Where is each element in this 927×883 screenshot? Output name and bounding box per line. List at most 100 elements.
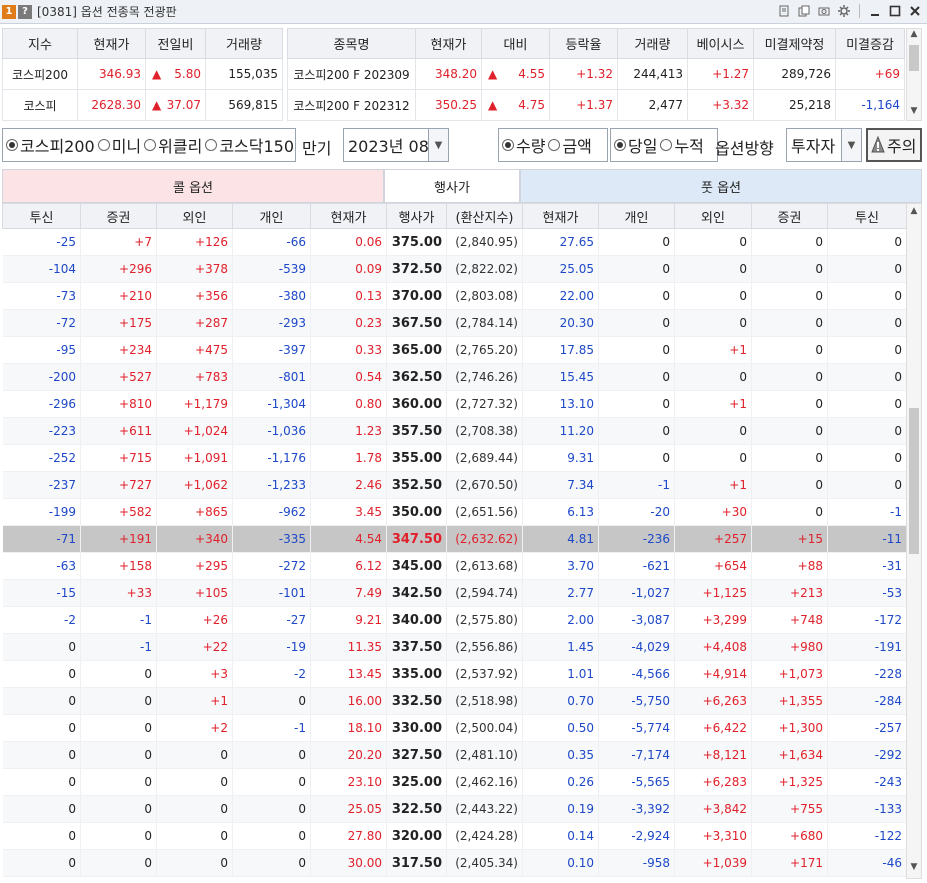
radio-kosdaq150[interactable]: 코스닥150 <box>205 133 294 157</box>
table-row[interactable]: -63 +158 +295 -272 6.12 345.00 (2,613.68) 3.70-… <box>2 552 906 580</box>
up-arrow-icon: ▲ <box>488 98 498 112</box>
col-header[interactable]: 전일비 <box>145 28 206 59</box>
col-header[interactable]: 현재가 <box>310 203 387 229</box>
page-icon[interactable] <box>776 3 792 19</box>
table-row[interactable]: -252 +715 +1,091 -1,176 1.78 355.00 (2,689.44)… <box>2 444 906 472</box>
col-header[interactable]: 현재가 <box>415 28 482 59</box>
col-header[interactable]: 현재가 <box>77 28 146 59</box>
table-row[interactable]: 코스피 2628.30 ▲ 37.07 569,815 <box>2 89 283 121</box>
scroll-down-icon[interactable]: ▼ <box>907 862 921 876</box>
put-securities: +1,355 <box>751 687 828 715</box>
scroll-thumb[interactable] <box>909 408 919 554</box>
col-header[interactable]: 대비 <box>481 28 550 59</box>
table-row[interactable]: -296 +810 +1,179 -1,304 0.80 360.00 (2,727.32)… <box>2 390 906 418</box>
table-row[interactable]: 0 -1 +22 -19 11.35 337.50 (2,556.86) 1.45 -4,029… <box>2 633 906 661</box>
table-row[interactable]: -237 +727 +1,062 -1,233 2.46 352.50 (2,670.50)… <box>2 471 906 499</box>
table-row[interactable]: 코스피200 346.93 ▲ 5.80 155,035 <box>2 58 283 90</box>
table-row[interactable]: 0 0 0 0 23.10 325.00 (2,462.16) 0.26 -5,565 +6,28… <box>2 768 906 796</box>
table-row[interactable]: 0 0 0 0 27.80 320.00 (2,424.28) 0.14 -2,924 +3,31… <box>2 822 906 850</box>
put-foreign: 0 <box>674 444 752 472</box>
call-individual: -2 <box>232 660 311 688</box>
chevron-down-icon[interactable]: ▼ <box>428 129 448 161</box>
col-header[interactable]: 외인 <box>156 203 233 229</box>
col-header[interactable]: 개인 <box>598 203 675 229</box>
radio-today[interactable]: 당일 <box>614 133 657 157</box>
expiry-select[interactable]: 2023년 08 ▼ <box>343 128 449 162</box>
scroll-thumb[interactable] <box>909 45 919 71</box>
help-badge[interactable]: ? <box>18 4 32 19</box>
col-header[interactable]: 거래량 <box>617 28 688 59</box>
scroll-up-icon[interactable]: ▲ <box>907 206 921 220</box>
table-row[interactable]: 0 0 +2 -1 18.10 330.00 (2,500.04) 0.50 -5,774 +6,… <box>2 714 906 742</box>
table-row[interactable]: -73 +210 +356 -380 0.13 370.00 (2,803.08) 22.00… <box>2 282 906 310</box>
warning-button[interactable]: 주의 <box>866 128 922 162</box>
radio-mini[interactable]: 미니 <box>97 133 141 157</box>
col-header[interactable]: (환산지수) <box>446 203 523 229</box>
call-price: 16.00 <box>310 687 387 715</box>
futures-scrollbar[interactable]: ▲ ▼ <box>906 28 922 121</box>
col-header[interactable]: 투신 <box>2 203 81 229</box>
table-row[interactable]: -25 +7 +126 -66 0.06 375.00 (2,840.95) 27.65 0 0 0… <box>2 228 906 256</box>
radio-weekly[interactable]: 위클리 <box>144 133 202 157</box>
table-row[interactable]: 코스피200 F 202309 348.20 ▲ 4.55 +1.32 244,4… <box>287 58 905 90</box>
settings-icon[interactable] <box>836 3 852 19</box>
put-foreign: 0 <box>674 228 752 256</box>
converted-index: (2,670.50) <box>446 471 523 499</box>
table-row[interactable]: -199 +582 +865 -962 3.45 350.00 (2,651.56) 6.13… <box>2 498 906 526</box>
table-row[interactable]: 0 0 0 0 30.00 317.50 (2,405.34) 0.10 -958 +1,039 +… <box>2 849 906 877</box>
radio-kospi200[interactable]: 코스피200 <box>6 133 95 157</box>
col-header[interactable]: 미결제약정 <box>753 28 836 59</box>
put-foreign: +30 <box>674 498 752 526</box>
col-header[interactable]: 베이시스 <box>687 28 754 59</box>
table-row[interactable]: -72 +175 +287 -293 0.23 367.50 (2,784.14) 20.30… <box>2 309 906 337</box>
radio-amount[interactable]: 금액 <box>548 133 592 157</box>
copy-icon[interactable] <box>796 3 812 19</box>
board-scrollbar[interactable]: ▲ ▼ <box>906 203 922 879</box>
table-row[interactable]: 0 0 +1 0 16.00 332.50 (2,518.98) 0.70 -5,750 +6,2… <box>2 687 906 715</box>
maximize-icon[interactable] <box>887 3 903 19</box>
call-trust: 0 <box>2 714 81 742</box>
table-row[interactable]: -71 +191 +340 -335 4.54 347.50 (2,632.62) 4.81-… <box>2 525 906 553</box>
camera-icon[interactable] <box>816 3 832 19</box>
table-row[interactable]: -2 -1 +26 -27 9.21 340.00 (2,575.80) 2.00 -3,087… <box>2 606 906 634</box>
minimize-icon[interactable] <box>867 3 883 19</box>
put-securities: +680 <box>751 822 828 850</box>
index-change: ▲ 5.80 <box>145 58 206 90</box>
put-individual: -2,924 <box>598 822 675 850</box>
table-row[interactable]: 0 0 +3 -2 13.45 335.00 (2,537.92) 1.01 -4,566 +4,… <box>2 660 906 688</box>
col-header[interactable]: 지수 <box>2 28 78 59</box>
col-header[interactable]: 거래량 <box>205 28 283 59</box>
table-row[interactable]: -200 +527 +783 -801 0.54 362.50 (2,746.26) 15.4… <box>2 363 906 391</box>
screen-number-badge[interactable]: 1 <box>2 4 16 19</box>
period-radio-group: 당일 누적 <box>610 128 718 162</box>
table-row[interactable]: -223 +611 +1,024 -1,036 1.23 357.50 (2,708.38)… <box>2 417 906 445</box>
investor-select[interactable]: 투자자 ▼ <box>786 128 862 162</box>
table-row[interactable]: -15 +33 +105 -101 7.49 342.50 (2,594.74) 2.77 -1… <box>2 579 906 607</box>
table-row[interactable]: 코스피200 F 202312 350.25 ▲ 4.75 +1.37 2,477… <box>287 89 905 121</box>
col-header[interactable]: 증권 <box>751 203 828 229</box>
col-header[interactable]: 미결증감 <box>835 28 905 59</box>
col-header[interactable]: 외인 <box>674 203 752 229</box>
col-header[interactable]: 증권 <box>80 203 157 229</box>
col-header[interactable]: 현재가 <box>522 203 599 229</box>
radio-cumulative[interactable]: 누적 <box>660 133 704 157</box>
col-header[interactable]: 행사가 <box>386 203 447 229</box>
col-header[interactable]: 투신 <box>827 203 906 229</box>
close-icon[interactable] <box>907 3 923 19</box>
scroll-up-icon[interactable]: ▲ <box>907 29 921 43</box>
col-header[interactable]: 종목명 <box>287 28 416 59</box>
chevron-down-icon[interactable]: ▼ <box>841 129 861 161</box>
col-header[interactable]: 등락율 <box>549 28 618 59</box>
col-header[interactable]: 개인 <box>232 203 311 229</box>
call-foreign: +26 <box>156 606 233 634</box>
scroll-down-icon[interactable]: ▼ <box>907 106 921 120</box>
put-price: 27.65 <box>522 228 599 256</box>
put-securities: 0 <box>751 363 828 391</box>
table-row[interactable]: -104 +296 +378 -539 0.09 372.50 (2,822.02) 25.0… <box>2 255 906 283</box>
put-price: 0.19 <box>522 795 599 823</box>
put-individual: -1,027 <box>598 579 675 607</box>
table-row[interactable]: 0 0 0 0 25.05 322.50 (2,443.22) 0.19 -3,392 +3,84… <box>2 795 906 823</box>
table-row[interactable]: -95 +234 +475 -397 0.33 365.00 (2,765.20) 17.85… <box>2 336 906 364</box>
table-row[interactable]: 0 0 0 0 20.20 327.50 (2,481.10) 0.35 -7,174 +8,12… <box>2 741 906 769</box>
radio-quantity[interactable]: 수량 <box>502 133 545 157</box>
